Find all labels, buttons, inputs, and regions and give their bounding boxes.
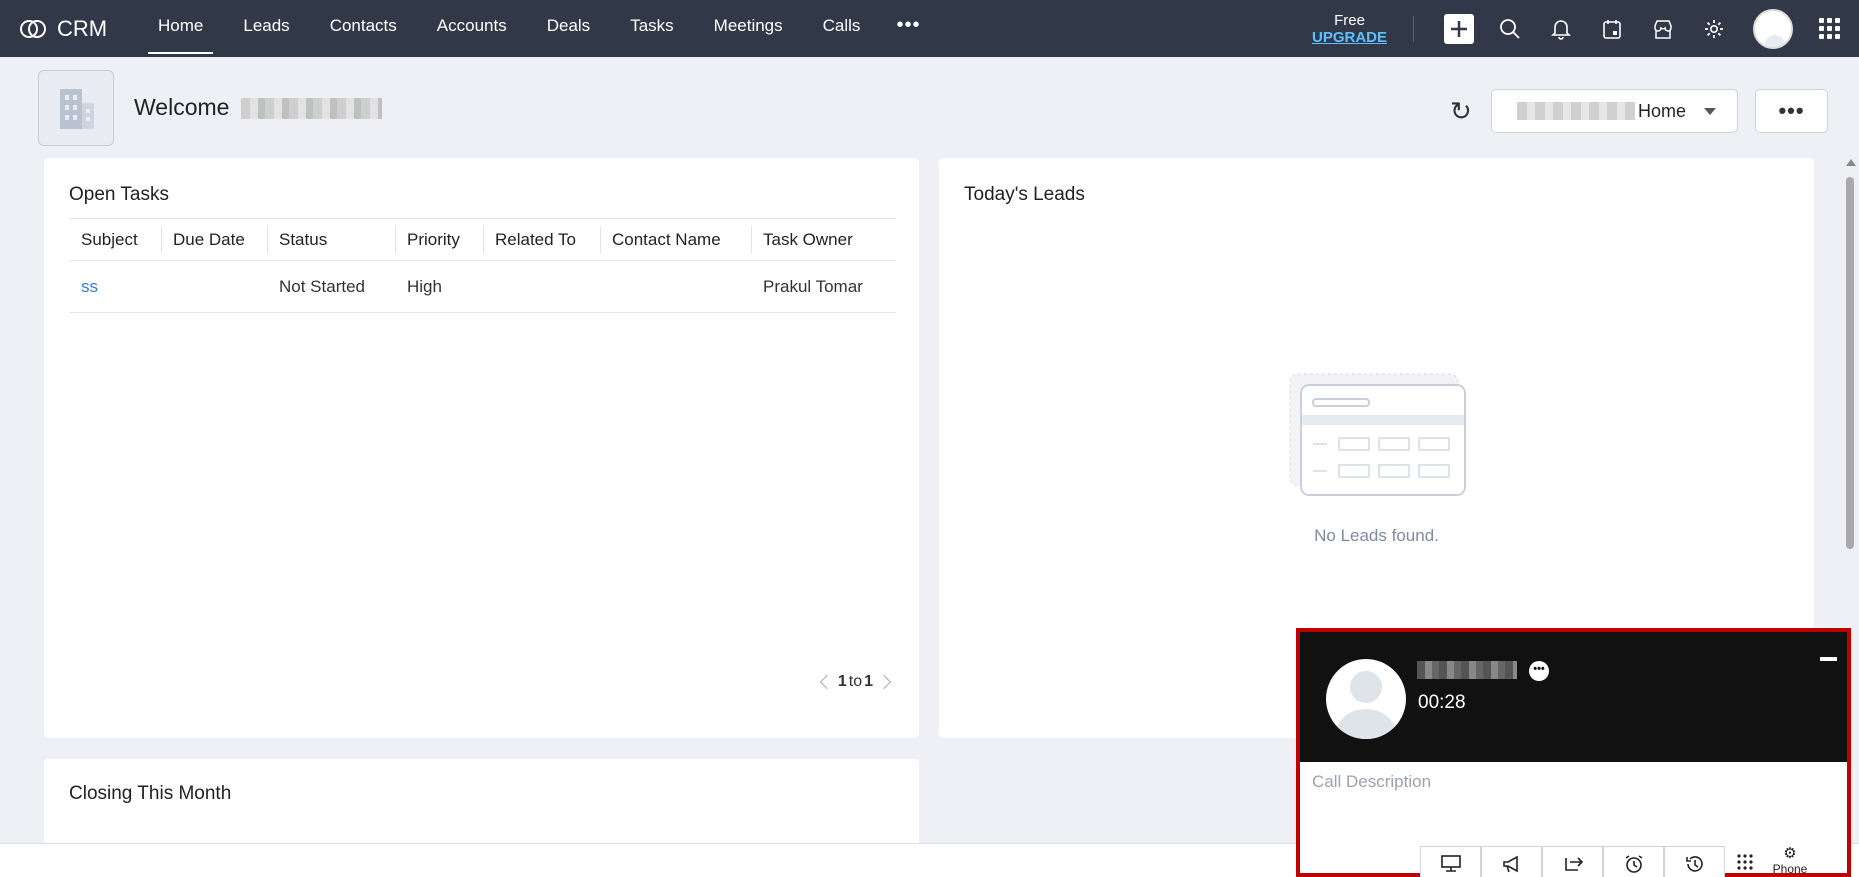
search-button[interactable] [1498, 17, 1522, 41]
history-icon [1685, 856, 1703, 872]
closing-this-month-title: Closing This Month [69, 783, 232, 804]
task-priority: High [395, 260, 483, 313]
task-related-to [483, 260, 600, 313]
redacted-view-owner [1517, 102, 1635, 120]
home-more-button[interactable]: ••• [1755, 89, 1828, 133]
column-header-task-owner[interactable]: Task Owner [751, 218, 896, 261]
tab-deals[interactable]: Deals [527, 0, 610, 57]
brand-name: CRM [57, 15, 108, 41]
call-history-button[interactable] [1664, 846, 1725, 877]
tab-contacts[interactable]: Contacts [310, 0, 417, 57]
quick-create-button[interactable] [1444, 13, 1474, 44]
crm-logo[interactable]: CRM [18, 16, 130, 42]
caller-avatar [1326, 659, 1406, 739]
home-view-label: Home [1638, 100, 1687, 121]
call-toolbar: ⚙ Phone [1420, 846, 1815, 877]
call-description-input[interactable] [1312, 772, 1832, 832]
dialpad-button[interactable] [1725, 846, 1765, 877]
next-page-icon[interactable] [876, 674, 892, 690]
apps-grid-icon[interactable] [1819, 17, 1841, 40]
task-status: Not Started [267, 260, 395, 313]
redacted-caller-name [1417, 661, 1517, 679]
top-navigation-bar: CRM Home Leads Contacts Accounts Deals T… [0, 0, 1859, 57]
campaign-button[interactable] [1481, 846, 1542, 877]
marketplace-button[interactable] [1651, 17, 1675, 41]
note-screen-icon [1440, 855, 1461, 872]
megaphone-icon [1502, 855, 1518, 873]
gear-icon [1705, 19, 1723, 38]
reminder-button[interactable] [1603, 846, 1664, 877]
building-icon [60, 89, 94, 129]
transfer-call-button[interactable] [1542, 846, 1603, 877]
scrollbar-thumb[interactable] [1846, 177, 1854, 549]
plan-label: Free [1334, 11, 1365, 29]
task-contact-name [600, 260, 751, 313]
plus-icon [1451, 20, 1467, 37]
transfer-icon [1564, 857, 1583, 871]
tab-calls[interactable]: Calls [803, 0, 881, 57]
caller-more-options-button[interactable]: ••• [1529, 661, 1549, 681]
redacted-user-name [241, 98, 382, 119]
search-icon [1500, 18, 1520, 39]
organization-logo[interactable] [38, 70, 114, 146]
settings-button[interactable] [1702, 17, 1726, 41]
column-header-priority[interactable]: Priority [395, 218, 483, 261]
upgrade-banner[interactable]: Free UPGRADE [1312, 12, 1387, 46]
column-header-due-date[interactable]: Due Date [161, 218, 267, 261]
page-to-word: to [848, 673, 863, 690]
todays-leads-title: Today's Leads [964, 184, 1085, 205]
empty-table-illustration-icon [1289, 373, 1466, 496]
call-notes-button[interactable] [1420, 846, 1481, 877]
tab-tasks[interactable]: Tasks [610, 0, 693, 57]
alarm-clock-icon [1625, 855, 1642, 873]
welcome-text: Welcome [134, 94, 230, 120]
column-header-related-to[interactable]: Related To [483, 218, 600, 261]
tab-meetings[interactable]: Meetings [694, 0, 803, 57]
dialpad-icon [1737, 853, 1753, 870]
refresh-icon: ↻ [1450, 96, 1472, 126]
module-tabs: Home Leads Contacts Accounts Deals Tasks… [138, 0, 936, 57]
more-modules-button[interactable]: ••• [880, 0, 936, 57]
store-icon [1654, 19, 1672, 39]
tab-leads[interactable]: Leads [223, 0, 309, 57]
open-tasks-card: Open Tasks Subject Due Date Status Prior… [44, 158, 919, 738]
gear-icon: ⚙ [1783, 845, 1797, 862]
top-right-tools: Free UPGRADE [1312, 0, 1859, 57]
call-header: ••• 00:28 [1300, 632, 1847, 762]
tab-home[interactable]: Home [138, 0, 223, 57]
minimize-icon[interactable] [1820, 657, 1837, 661]
page-to: 1 [864, 673, 873, 690]
task-due-date [161, 260, 267, 313]
calendar-icon [1603, 19, 1621, 39]
home-view-selector[interactable]: Home [1491, 89, 1738, 133]
user-avatar[interactable] [1753, 8, 1793, 49]
calendar-button[interactable] [1600, 17, 1624, 41]
task-owner: Prakul Tomar [751, 260, 896, 313]
column-header-subject[interactable]: Subject [69, 218, 161, 261]
notifications-button[interactable] [1549, 17, 1573, 41]
table-header-row: Subject Due Date Status Priority Related… [69, 218, 896, 261]
refresh-button[interactable]: ↻ [1450, 96, 1472, 127]
table-row[interactable]: ss Not Started High Prakul Tomar [69, 260, 896, 313]
phone-settings-button[interactable]: ⚙ Phone [1765, 846, 1815, 877]
phone-label: Phone [1772, 862, 1808, 876]
column-header-contact-name[interactable]: Contact Name [600, 218, 751, 261]
open-tasks-title: Open Tasks [69, 184, 169, 205]
caret-down-icon [1704, 107, 1717, 115]
open-tasks-table: Subject Due Date Status Priority Related… [69, 218, 896, 313]
tab-accounts[interactable]: Accounts [417, 0, 527, 57]
tasks-pagination: 1 to 1 [819, 673, 892, 691]
previous-page-icon[interactable] [819, 674, 834, 690]
page-from: 1 [837, 673, 847, 690]
task-subject-link[interactable]: ss [69, 260, 161, 313]
zoho-rings-icon [20, 19, 46, 38]
call-timer: 00:28 [1418, 692, 1466, 713]
column-header-status[interactable]: Status [267, 218, 395, 261]
divider [1413, 15, 1414, 42]
scroll-up-arrow-icon[interactable] [1846, 159, 1856, 166]
no-leads-message: No Leads found. [1314, 526, 1439, 545]
bell-icon [1551, 19, 1571, 40]
upgrade-link[interactable]: UPGRADE [1312, 29, 1387, 46]
active-call-widget: ••• 00:28 ⚙ Phone [1296, 628, 1851, 877]
